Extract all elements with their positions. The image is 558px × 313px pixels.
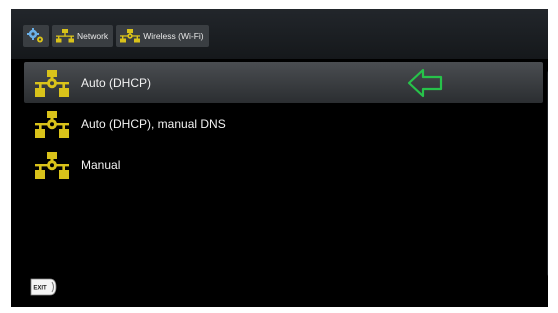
menu-item-label: Auto (DHCP), manual DNS (81, 116, 226, 131)
breadcrumb-settings[interactable] (23, 25, 49, 47)
settings-gears-icon (27, 28, 43, 43)
screen: Network Wireless (Wi-Fi) Auto (DHCP) Aut… (11, 9, 548, 307)
menu-item-auto-dhcp-manual-dns[interactable]: Auto (DHCP), manual DNS (24, 103, 543, 144)
exit-button[interactable]: EXIT (28, 276, 58, 298)
network-icon (56, 29, 74, 43)
network-gear-icon (35, 111, 69, 138)
scrollbar[interactable] (547, 71, 548, 276)
breadcrumb-network-label: Network (77, 31, 109, 41)
menu-list: Auto (DHCP) Auto (DHCP), manual DNS Manu… (24, 62, 543, 185)
menu-item-label: Manual (81, 157, 121, 172)
exit-label: EXIT (33, 286, 47, 292)
green-left-arrow-icon (407, 68, 443, 98)
breadcrumb-network[interactable]: Network (52, 25, 114, 47)
breadcrumb-wireless-label: Wireless (Wi-Fi) (143, 31, 204, 41)
network-gear-icon (35, 70, 69, 97)
menu-item-label: Auto (DHCP) (81, 75, 152, 90)
menu-item-auto-dhcp[interactable]: Auto (DHCP) (24, 62, 543, 103)
breadcrumb-wireless[interactable]: Wireless (Wi-Fi) (116, 25, 209, 47)
network-gear-icon (35, 152, 69, 179)
menu-item-manual[interactable]: Manual (24, 144, 543, 185)
network-gear-icon (120, 29, 141, 43)
breadcrumb: Network Wireless (Wi-Fi) (23, 25, 209, 47)
top-bar: Network Wireless (Wi-Fi) (11, 9, 548, 59)
exit-icon: EXIT (30, 278, 57, 296)
